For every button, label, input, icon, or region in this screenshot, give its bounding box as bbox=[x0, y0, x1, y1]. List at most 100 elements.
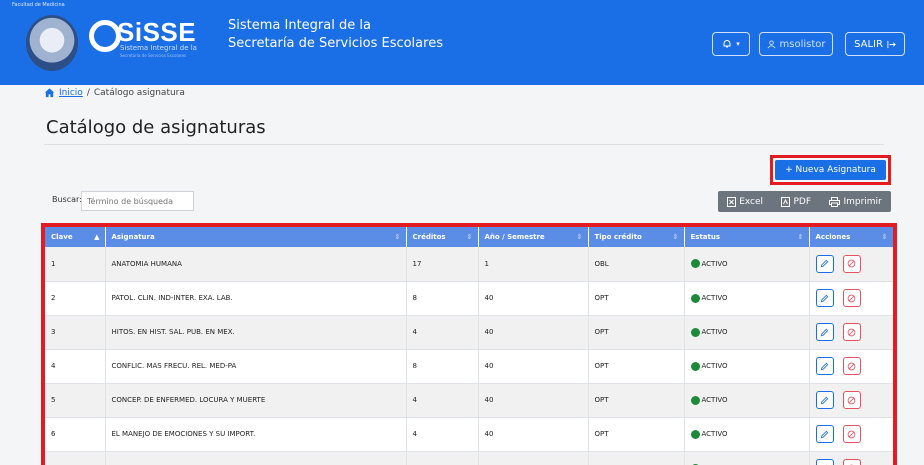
cell-estatus: ACTIVO bbox=[684, 417, 810, 452]
page-title: Catálogo de asignaturas bbox=[46, 117, 266, 138]
status-label: ACTIVO bbox=[701, 396, 728, 404]
disable-icon bbox=[847, 396, 856, 404]
sort-icon: ▲ bbox=[94, 233, 100, 241]
disable-icon bbox=[847, 259, 856, 268]
cell-acciones bbox=[809, 247, 893, 282]
sort-icon: ⇕ bbox=[394, 233, 401, 241]
table-row: 7 LA PAREJA, SEX. CICLO EVOL. Y ADAPTA 8… bbox=[45, 451, 893, 465]
notifications-button[interactable]: ▾ bbox=[712, 32, 750, 56]
cell-creditos: 4 bbox=[406, 315, 479, 350]
column-header-anio-semestre[interactable]: Año / Semestre ⇕ bbox=[478, 227, 589, 247]
logout-label: SALIR bbox=[854, 38, 883, 50]
column-header-acciones[interactable]: Acciones ⇕ bbox=[809, 227, 893, 247]
sort-icon: ⇕ bbox=[576, 233, 583, 241]
new-subject-highlight: + Nueva Asignatura bbox=[770, 155, 891, 185]
status-badge: ACTIVO bbox=[690, 293, 803, 303]
cell-clave: 2 bbox=[45, 281, 106, 316]
disable-button[interactable] bbox=[842, 425, 861, 443]
edit-button[interactable] bbox=[815, 289, 834, 307]
cell-acciones bbox=[809, 451, 893, 465]
faculty-emblem-logo bbox=[26, 15, 78, 71]
cell-anio-semestre: 40 bbox=[478, 281, 589, 316]
column-header-creditos[interactable]: Créditos ⇕ bbox=[406, 227, 479, 247]
status-badge: ACTIVO bbox=[690, 259, 803, 269]
brand-subtitle-small: Secretaría de Servicios Escolares bbox=[120, 53, 187, 58]
brand-subtitle: Sistema Integral de la bbox=[120, 44, 197, 52]
table-row: 4 CONFLIC. MAS FRECU. REL. MED-PA 8 40 O… bbox=[45, 349, 893, 384]
excel-icon bbox=[727, 196, 737, 207]
cell-estatus: ACTIVO bbox=[684, 383, 810, 418]
column-header-clave[interactable]: Clave ▲ bbox=[45, 227, 106, 247]
title-divider bbox=[44, 144, 884, 145]
status-dot-icon bbox=[690, 361, 700, 371]
cell-asignatura: CONFLIC. MAS FRECU. REL. MED-PA bbox=[105, 349, 407, 384]
disable-button[interactable] bbox=[842, 391, 861, 409]
user-label: msolistor bbox=[779, 38, 826, 50]
logout-icon bbox=[887, 40, 896, 48]
edit-button[interactable] bbox=[815, 391, 834, 409]
cell-tipo-credito: OPT bbox=[588, 383, 685, 418]
edit-button[interactable] bbox=[815, 254, 834, 273]
disable-icon bbox=[847, 328, 856, 336]
top-navbar: Facultad de Medicina SiSSE Sistema Integ… bbox=[0, 0, 924, 85]
disable-button[interactable] bbox=[842, 459, 861, 465]
disable-button[interactable] bbox=[842, 323, 861, 341]
status-badge: ACTIVO bbox=[690, 327, 803, 337]
home-icon bbox=[44, 88, 55, 98]
edit-button[interactable] bbox=[815, 323, 834, 341]
status-dot-icon bbox=[690, 293, 700, 303]
edit-icon bbox=[820, 260, 829, 268]
system-title: Sistema Integral de la Secretaría de Ser… bbox=[228, 17, 443, 53]
print-icon bbox=[829, 196, 841, 207]
sort-icon: ⇕ bbox=[881, 233, 888, 241]
disable-icon bbox=[847, 294, 856, 302]
breadcrumb-separator: / bbox=[86, 87, 90, 98]
cell-anio-semestre: 1 bbox=[478, 247, 589, 282]
column-header-estatus[interactable]: Estatus ⇕ bbox=[684, 227, 810, 247]
chevron-down-icon: ▾ bbox=[736, 40, 740, 48]
edit-button[interactable] bbox=[815, 357, 834, 375]
sort-icon: ⇕ bbox=[466, 233, 473, 241]
status-badge: ACTIVO bbox=[690, 361, 803, 371]
bell-icon bbox=[723, 40, 731, 48]
edit-button[interactable] bbox=[815, 425, 834, 443]
pdf-button[interactable]: PDF bbox=[781, 196, 812, 207]
excel-label: Excel bbox=[739, 196, 764, 207]
cell-acciones bbox=[809, 315, 893, 350]
cell-acciones bbox=[809, 383, 893, 418]
cell-estatus: ACTIVO bbox=[684, 281, 810, 316]
excel-button[interactable]: Excel bbox=[727, 196, 764, 207]
edit-button[interactable] bbox=[815, 459, 834, 465]
cell-estatus: ACTIVO bbox=[684, 315, 810, 350]
search-input[interactable] bbox=[81, 191, 194, 211]
sort-icon: ⇕ bbox=[672, 233, 679, 241]
print-button[interactable]: Imprimir bbox=[829, 196, 882, 207]
logout-button[interactable]: SALIR bbox=[845, 32, 905, 56]
cell-creditos: 17 bbox=[406, 247, 479, 282]
cell-tipo-credito: OPT bbox=[588, 417, 685, 452]
cell-tipo-credito: OPT bbox=[588, 451, 685, 465]
pdf-label: PDF bbox=[793, 196, 812, 207]
cell-asignatura: ANATOMIA HUMANA bbox=[105, 247, 407, 282]
system-title-line1: Sistema Integral de la bbox=[228, 18, 371, 33]
breadcrumb-home-link[interactable]: Inicio bbox=[59, 88, 83, 98]
disable-icon bbox=[847, 362, 856, 370]
new-subject-button[interactable]: + Nueva Asignatura bbox=[775, 160, 886, 180]
column-header-tipo-credito[interactable]: Tipo crédito ⇕ bbox=[588, 227, 685, 247]
system-title-line2: Secretaría de Servicios Escolares bbox=[228, 36, 443, 51]
cell-estatus: ACTIVO bbox=[684, 451, 810, 465]
cell-anio-semestre: 40 bbox=[478, 349, 589, 384]
cell-creditos: 8 bbox=[406, 281, 479, 316]
disable-button[interactable] bbox=[842, 289, 861, 307]
disable-button[interactable] bbox=[842, 254, 861, 273]
status-badge: ACTIVO bbox=[690, 395, 803, 405]
disable-button[interactable] bbox=[842, 357, 861, 375]
user-menu-button[interactable]: msolistor bbox=[759, 32, 833, 56]
column-header-asignatura[interactable]: Asignatura ⇕ bbox=[105, 227, 407, 247]
subjects-table: Clave ▲ Asignatura ⇕ Créditos ⇕ Año / Semes… bbox=[45, 227, 893, 465]
table-row: 6 EL MANEJO DE EMOCIONES Y SU IMPORT. 4 … bbox=[45, 417, 893, 452]
cell-asignatura: PATOL. CLIN. IND-INTER. EXA. LAB. bbox=[105, 281, 407, 316]
user-icon bbox=[767, 39, 775, 48]
status-dot-icon bbox=[690, 395, 700, 405]
cell-clave: 3 bbox=[45, 315, 106, 350]
